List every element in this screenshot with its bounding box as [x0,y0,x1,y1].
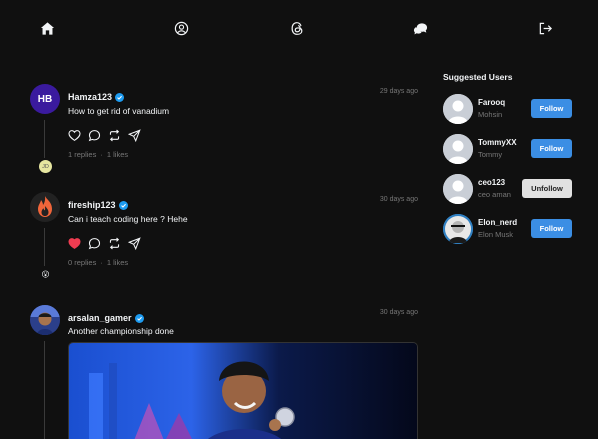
threads-button[interactable] [286,17,308,39]
profile-icon [174,21,188,35]
verified-icon [118,200,128,210]
suggested-users-title: Suggested Users [443,72,513,82]
thread-line [44,341,45,439]
suggested-user-name[interactable]: ceo123 [478,178,505,187]
thread-line [44,228,45,266]
username[interactable]: arsalan_gamer [68,313,144,323]
follow-button[interactable]: Follow [531,219,572,238]
repost-button[interactable] [108,237,121,250]
separator: · [100,150,103,159]
verified-icon [115,92,125,102]
suggested-user-name[interactable]: Farooq [478,98,505,107]
suggested-user-row: Farooq Mohsin Follow [443,94,573,124]
follow-button[interactable]: Follow [531,99,572,118]
threads-icon [291,21,302,35]
suggested-users-panel: Suggested Users Farooq Mohsin Follow Tom… [443,72,583,244]
suggested-user-fullname: Tommy [478,150,503,159]
post-card: arsalan_gamer 30 days ago Another champi… [30,305,425,439]
default-avatar-icon [443,94,473,124]
like-button[interactable] [68,237,81,250]
repost-button[interactable] [108,129,121,142]
replier-avatar: JD [39,160,52,173]
suggested-user-name[interactable]: Elon_nerd [478,218,517,227]
post-header: arsalan_gamer 30 days ago [68,308,418,323]
avatar[interactable] [30,192,60,222]
replier-avatar: 😮 [41,270,50,279]
replies-count[interactable]: 0 replies [68,258,96,267]
championship-photo [69,343,417,439]
logout-icon [539,22,552,34]
home-icon [40,21,54,35]
repost-icon [109,129,120,142]
avatar[interactable]: HB [30,84,60,114]
share-button[interactable] [128,129,141,142]
post-image[interactable] [68,342,418,439]
post-time: 30 days ago [379,196,418,203]
default-avatar-icon [443,134,473,164]
default-avatar-icon [443,174,473,204]
post-actions [68,129,141,142]
avatar[interactable] [443,94,473,124]
home-button[interactable] [36,17,58,39]
avatar[interactable] [443,214,473,244]
comment-icon [88,130,101,142]
share-button[interactable] [128,237,141,250]
logout-button[interactable] [534,17,556,39]
suggested-user-row: ceo123 ceo aman Unfollow [443,174,573,204]
reply-button[interactable] [88,129,101,142]
avatar[interactable] [443,174,473,204]
top-nav [0,0,598,55]
elon-avatar-image [443,214,473,244]
suggested-user-name[interactable]: TommyXX [478,138,517,147]
separator: · [100,258,103,267]
username-text: arsalan_gamer [68,313,132,323]
likes-count[interactable]: 1 likes [107,150,128,159]
username-text: Hamza123 [68,92,113,102]
unfollow-button[interactable]: Unfollow [522,179,572,198]
suggested-user-row: Elon_nerd Elon Musk Follow [443,214,573,244]
suggested-user-row: TommyXX Tommy Follow [443,134,573,164]
post-actions [68,237,141,250]
post-stats: 0 replies · 1 likes [68,258,128,267]
suggested-user-fullname: Mohsin [478,110,503,119]
repost-icon [109,237,120,250]
post-card: 😮 fireship123 30 days ago Can i teach co… [30,192,425,292]
suggested-user-fullname: ceo aman [478,190,511,199]
post-text: How to get rid of vanadium [68,106,170,116]
post-header: Hamza123 29 days ago [68,87,418,102]
thread-line [44,120,45,158]
heart-filled-icon [68,238,81,250]
post-stats: 1 replies · 1 likes [68,150,128,159]
send-icon [128,237,141,250]
avatar[interactable] [443,134,473,164]
chat-button[interactable] [409,17,431,39]
replies-count[interactable]: 1 replies [68,150,96,159]
post-card: HB JD Hamza123 29 days ago How to get ri… [30,84,425,184]
username-text: fireship123 [68,200,116,210]
username[interactable]: Hamza123 [68,92,125,102]
like-button[interactable] [68,129,81,142]
follow-button[interactable]: Follow [531,139,572,158]
post-time: 29 days ago [379,88,418,95]
verified-icon [134,313,144,323]
post-text: Can i teach coding here ? Hehe [68,214,188,224]
gamer-avatar-image [30,305,60,335]
post-text: Another championship done [68,326,174,336]
suggested-user-fullname: Elon Musk [478,230,514,239]
reply-button[interactable] [88,237,101,250]
username[interactable]: fireship123 [68,200,128,210]
chat-icon [413,22,427,34]
profile-button[interactable] [170,17,192,39]
heart-icon [68,130,81,142]
comment-icon [88,238,101,250]
post-header: fireship123 30 days ago [68,195,418,210]
post-time: 30 days ago [379,309,418,316]
likes-count[interactable]: 1 likes [107,258,128,267]
fire-icon [38,196,52,217]
send-icon [128,129,141,142]
avatar[interactable] [30,305,60,335]
